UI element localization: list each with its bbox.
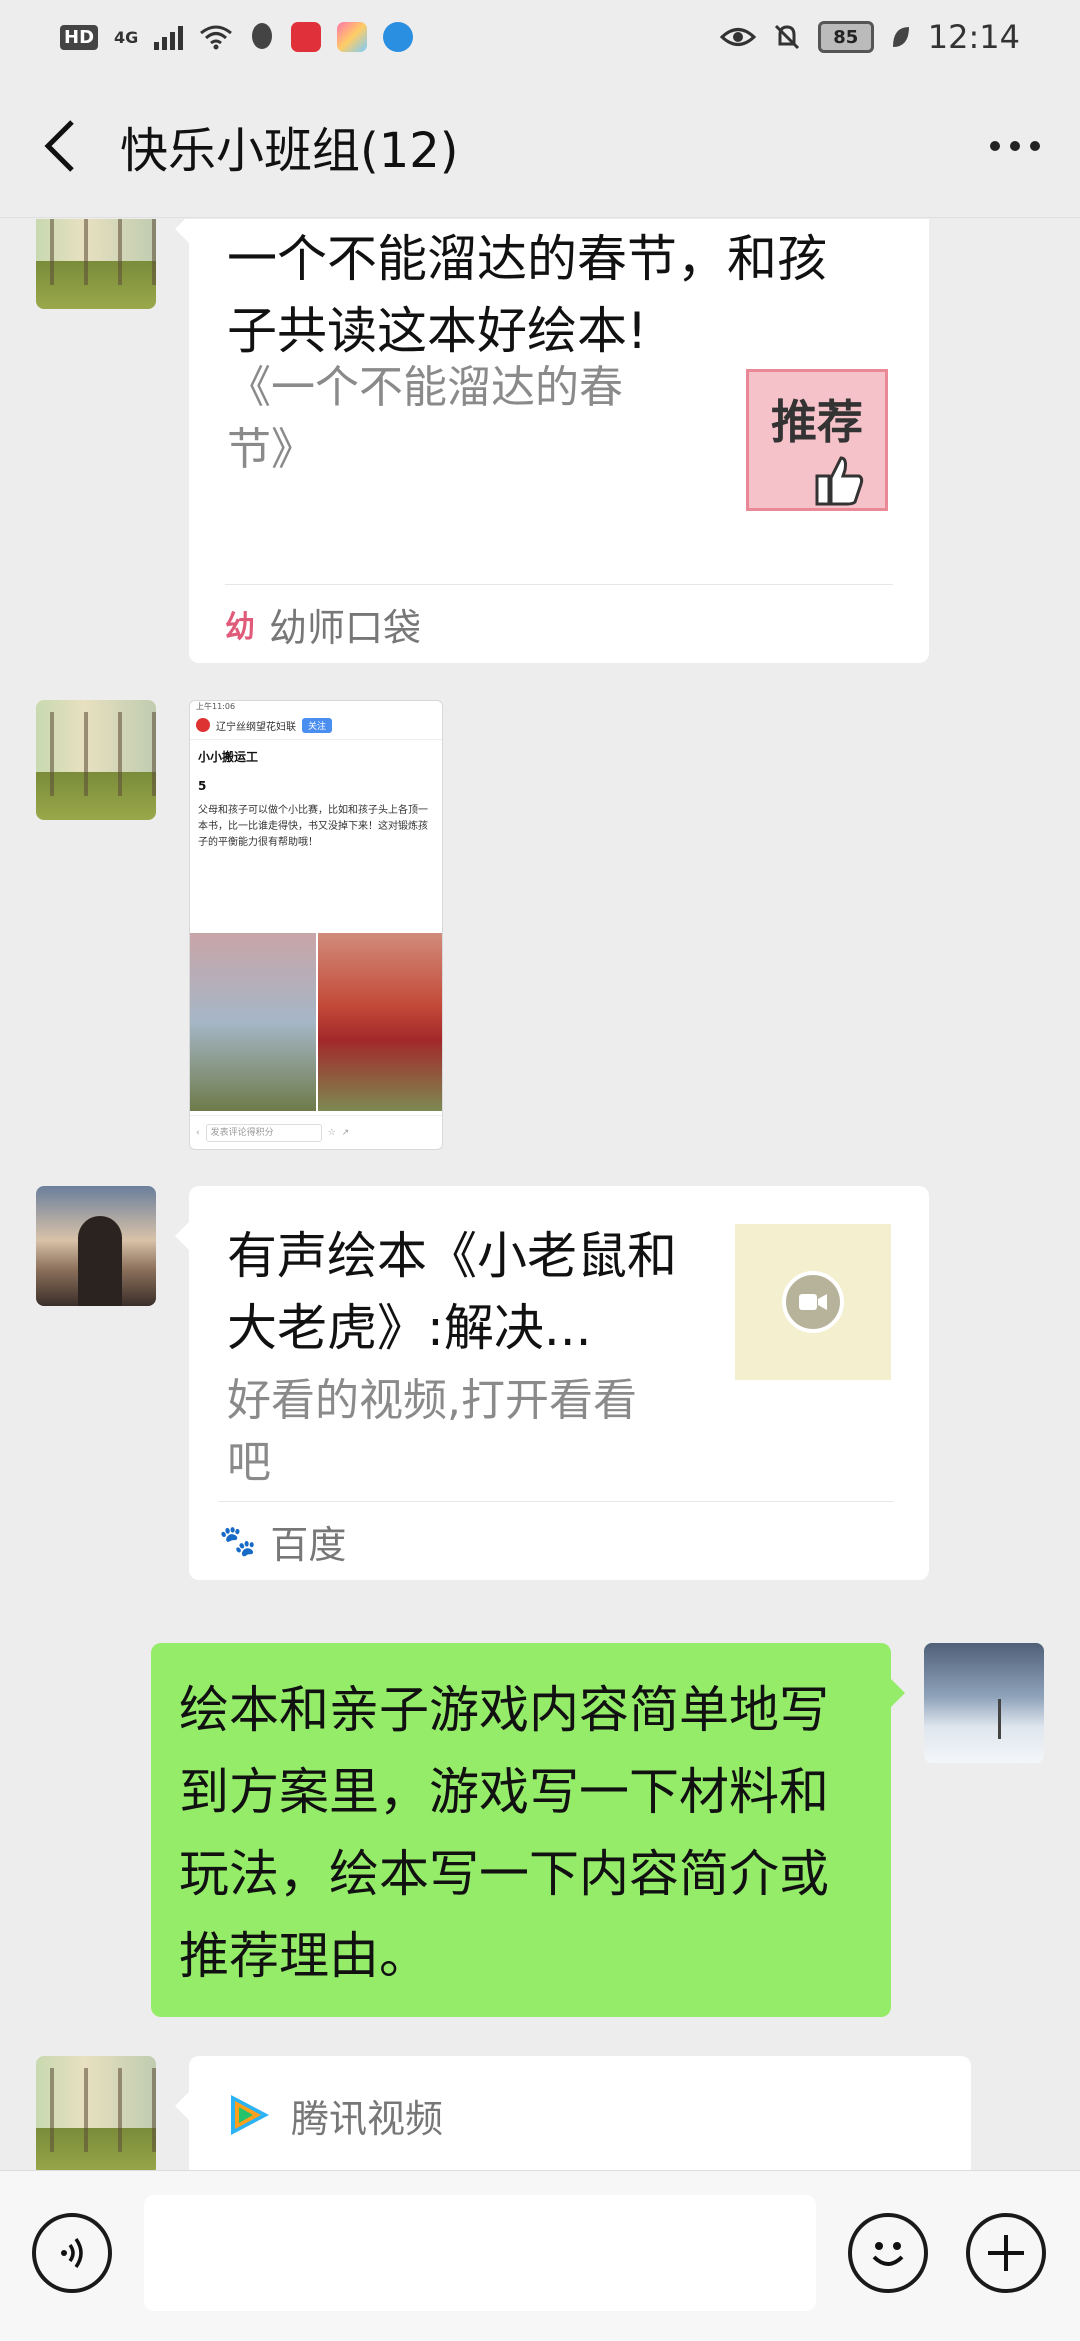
avatar[interactable]	[36, 2056, 156, 2170]
image-message[interactable]: 上午11:06 辽宁丝纲望花妇联 关注 小小搬运工 5 父母和孩子可以做个小比赛…	[189, 700, 443, 1150]
source-name: 百度	[270, 1522, 347, 1567]
card-description: 《一个不能溜达的春节》	[227, 362, 623, 475]
shot-back-icon: ‹	[196, 1127, 200, 1138]
hd-badge: HD	[60, 24, 99, 50]
status-left: HD 4G	[60, 22, 414, 52]
avatar[interactable]	[36, 219, 156, 309]
avatar[interactable]	[36, 1186, 156, 1306]
mute-bell-icon	[774, 24, 799, 50]
shot-photos	[190, 933, 442, 1111]
account-avatar-icon	[196, 718, 210, 732]
wifi-icon	[200, 25, 233, 50]
card-source: 腾讯视频	[225, 2080, 443, 2150]
leaf-icon	[892, 27, 909, 47]
shot-number: 5	[198, 779, 207, 793]
plus-icon	[988, 2235, 1024, 2271]
emoji-button[interactable]	[848, 2213, 928, 2293]
book-app-icon	[291, 22, 322, 52]
shot-header: 辽宁丝纲望花妇联 关注	[190, 711, 442, 740]
shot-star-icon: ☆	[327, 1127, 336, 1138]
avatar[interactable]	[36, 700, 156, 820]
more-button[interactable]	[950, 74, 1080, 218]
card-thumbnail: 推荐	[746, 369, 888, 511]
chat-title: 快乐小班组(12)	[120, 122, 459, 179]
message-list[interactable]: 一个不能溜达的春节，和孩子共读这本好绘本! 《一个不能溜达的春节》 推荐 幼 幼…	[0, 219, 1080, 2170]
input-bar	[0, 2170, 1080, 2341]
eye-icon	[719, 28, 756, 46]
photo-boy	[318, 933, 442, 1111]
video-card-partial[interactable]: 腾讯视频	[175, 2056, 971, 2170]
voice-icon	[61, 2237, 83, 2269]
shot-heading: 小小搬运工	[198, 750, 259, 764]
article-card[interactable]: 一个不能溜达的春节，和孩子共读这本好绘本! 《一个不能溜达的春节》 推荐 幼 幼…	[175, 219, 929, 663]
source-name: 幼师口袋	[269, 605, 422, 650]
source-logo-icon: 幼	[225, 610, 255, 645]
browser-app-icon	[383, 22, 414, 52]
battery-level: 85	[833, 26, 859, 48]
chevron-left-icon	[44, 119, 74, 172]
thumbnail-text: 推荐	[771, 395, 863, 449]
clock: 12:14	[927, 18, 1020, 56]
card-source: 幼 幼师口袋	[225, 584, 893, 663]
text-message-self[interactable]: 绘本和亲子游戏内容简单地写到方案里，游戏写一下材料和玩法，绘本写一下内容简介或推…	[151, 1643, 905, 2017]
card-description: 好看的视频,打开看看吧	[227, 1375, 637, 1488]
thumbs-up-icon	[815, 456, 864, 506]
video-play-icon	[782, 1271, 844, 1333]
chat-header: 快乐小班组(12)	[0, 74, 1080, 218]
back-button[interactable]	[0, 74, 120, 218]
flower-app-icon	[337, 22, 368, 52]
video-thumbnail	[735, 1224, 891, 1380]
shot-account-name: 辽宁丝纲望花妇联	[216, 721, 296, 733]
message-input[interactable]	[144, 2195, 816, 2311]
shot-text: 父母和孩子可以做个小比赛，比如和孩子头上各顶一本书，比一比谁走得快，书又没掉下来…	[198, 805, 428, 848]
my-avatar[interactable]	[924, 1643, 1044, 1763]
video-card[interactable]: 有声绘本《小老鼠和大老虎》:解决... 好看的视频,打开看看吧 🐾 百度	[175, 1186, 929, 1580]
status-bar: HD 4G 85 12:14	[0, 0, 1080, 74]
plus-button[interactable]	[966, 2213, 1046, 2293]
shot-follow: 关注	[302, 717, 333, 733]
tencent-video-icon	[231, 2095, 269, 2135]
photo-girl	[190, 933, 316, 1111]
shot-comment-input: 发表评论得积分	[205, 1123, 322, 1142]
shot-share-icon: ↗	[341, 1127, 350, 1138]
battery-icon: 85	[817, 21, 874, 53]
shot-status-time: 上午11:06	[196, 702, 236, 711]
more-dots-icon	[990, 140, 1000, 151]
source-name: 腾讯视频	[291, 2096, 444, 2141]
card-source: 🐾 百度	[219, 1501, 893, 1580]
shot-bottom-bar: ‹ 发表评论得积分 ☆ ↗	[190, 1115, 442, 1149]
status-right: 85 12:14	[719, 18, 1020, 56]
emoji-icon	[872, 2242, 904, 2266]
message-text: 绘本和亲子游戏内容简单地写到方案里，游戏写一下材料和玩法，绘本写一下内容简介或推…	[179, 1681, 829, 1985]
card-title: 一个不能溜达的春节，和孩子共读这本好绘本!	[227, 230, 827, 360]
card-title: 有声绘本《小老鼠和大老虎》:解决...	[227, 1227, 677, 1357]
baidu-paw-icon: 🐾	[219, 1523, 257, 1559]
network-type: 4G	[114, 27, 139, 47]
qq-icon	[252, 23, 273, 49]
voice-button[interactable]	[32, 2213, 112, 2293]
signal-icon	[154, 24, 184, 50]
